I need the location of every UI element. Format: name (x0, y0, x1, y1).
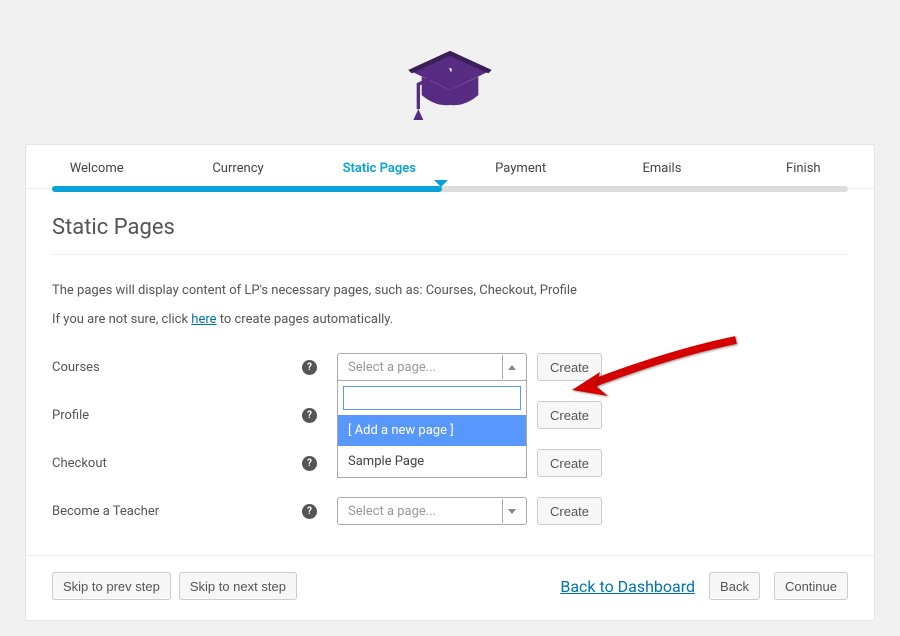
wizard-step-welcome[interactable]: Welcome (26, 145, 167, 188)
description-2-suffix: to create pages automatically. (217, 312, 394, 327)
help-icon[interactable]: ? (302, 408, 317, 423)
back-button[interactable]: Back (709, 572, 760, 600)
page-select-courses[interactable]: Select a page... (337, 353, 527, 381)
skip-next-button[interactable]: Skip to next step (179, 572, 297, 600)
row-label: Profile (52, 408, 302, 423)
row-courses: Courses ? Select a page... [ Add a new p… (52, 353, 848, 381)
page-title: Static Pages (52, 215, 848, 255)
create-button-profile[interactable]: Create (537, 401, 602, 429)
row-label: Become a Teacher (52, 504, 302, 519)
help-icon[interactable]: ? (302, 360, 317, 375)
setup-wizard-panel: Welcome Currency Static Pages Payment Em… (25, 144, 875, 621)
row-label: Checkout (52, 456, 302, 471)
chevron-down-icon (502, 499, 520, 523)
page-select-become-teacher[interactable]: Select a page... (337, 497, 527, 525)
chevron-up-icon (502, 355, 520, 379)
page-select-dropdown: [ Add a new page ] Sample Page (337, 380, 527, 478)
create-button-checkout[interactable]: Create (537, 449, 602, 477)
wizard-progress-fill (52, 186, 442, 192)
skip-prev-button[interactable]: Skip to prev step (52, 572, 171, 600)
wizard-step-finish[interactable]: Finish (733, 145, 874, 188)
logo-area (0, 0, 900, 144)
select-placeholder: Select a page... (348, 504, 436, 519)
continue-button[interactable]: Continue (774, 572, 848, 600)
select-placeholder: Select a page... (348, 360, 436, 375)
wizard-steps: Welcome Currency Static Pages Payment Em… (26, 145, 874, 189)
auto-create-link[interactable]: here (191, 312, 216, 327)
create-button-courses[interactable]: Create (537, 353, 602, 381)
create-button-become-teacher[interactable]: Create (537, 497, 602, 525)
wizard-footer: Skip to prev step Skip to next step Back… (26, 555, 874, 620)
wizard-step-payment[interactable]: Payment (450, 145, 591, 188)
row-label: Courses (52, 360, 302, 375)
back-to-dashboard-link[interactable]: Back to Dashboard (560, 577, 695, 596)
wizard-step-emails[interactable]: Emails (591, 145, 732, 188)
graduation-cap-icon (400, 35, 500, 125)
description-1: The pages will display content of LP's n… (52, 283, 848, 298)
dropdown-option-sample-page[interactable]: Sample Page (338, 446, 526, 477)
footer-left: Skip to prev step Skip to next step (52, 572, 297, 600)
dropdown-search-input[interactable] (343, 386, 521, 410)
row-become-teacher: Become a Teacher ? Select a page... Crea… (52, 497, 848, 525)
help-icon[interactable]: ? (302, 504, 317, 519)
footer-right: Back to Dashboard Back Continue (560, 572, 848, 600)
wizard-step-static-pages[interactable]: Static Pages (309, 145, 450, 188)
description-2: If you are not sure, click here to creat… (52, 312, 848, 327)
wizard-progress (52, 186, 848, 192)
wizard-step-currency[interactable]: Currency (167, 145, 308, 188)
dropdown-search-wrap (338, 381, 526, 415)
content-area: Static Pages The pages will display cont… (26, 195, 874, 535)
description-2-prefix: If you are not sure, click (52, 312, 191, 327)
help-icon[interactable]: ? (302, 456, 317, 471)
dropdown-option-add-new[interactable]: [ Add a new page ] (338, 415, 526, 446)
